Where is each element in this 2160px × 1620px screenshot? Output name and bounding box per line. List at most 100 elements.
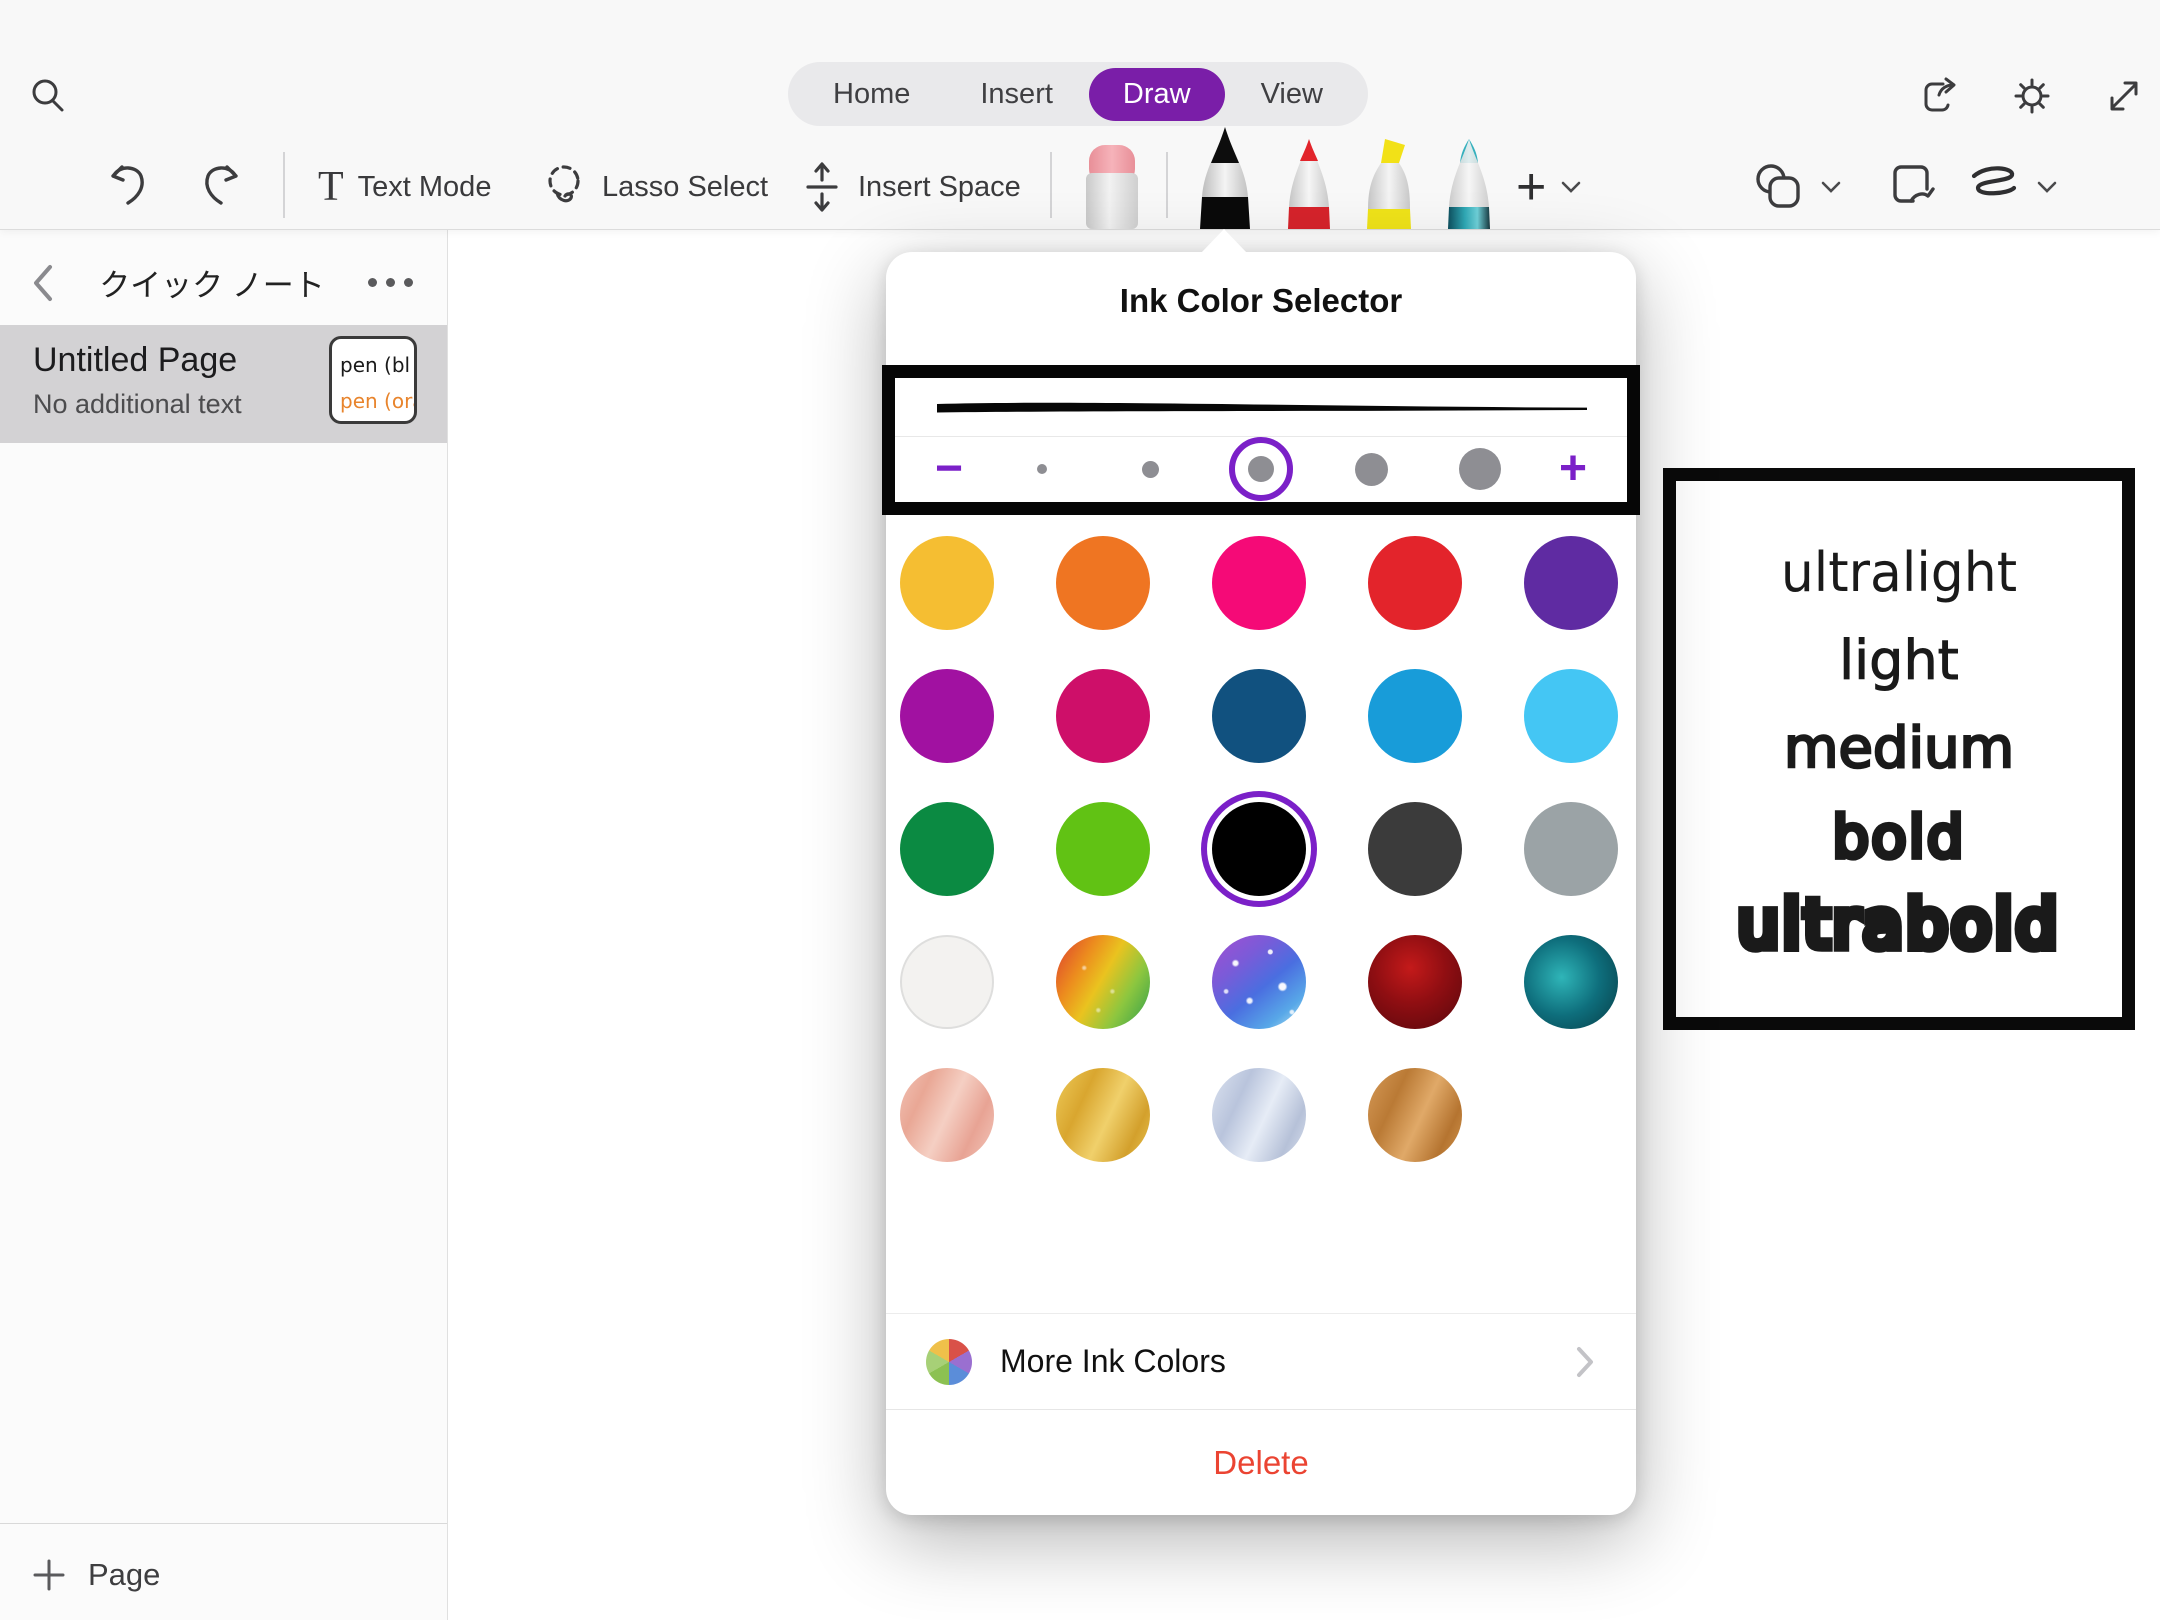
weight-sample-ultrabold: ultrabold [1737, 881, 2060, 969]
thumb-line-orange: pen (ora [340, 383, 414, 419]
search-icon[interactable] [26, 74, 70, 118]
plus-icon [32, 1558, 66, 1592]
page-list-sidebar: クイック ノート Untitled Page No additional tex… [0, 230, 448, 1620]
ink-color-swatch-cerulean[interactable] [1368, 669, 1462, 763]
tab-view[interactable]: View [1227, 68, 1357, 121]
delete-pen-button[interactable]: Delete [886, 1410, 1636, 1515]
chevron-right-icon [1574, 1345, 1596, 1379]
ink-color-swatch-gold[interactable] [1056, 1068, 1150, 1162]
ink-color-swatch-rainbow-glitter[interactable] [1056, 935, 1150, 1029]
ink-color-swatch-teal-marble[interactable] [1524, 935, 1618, 1029]
settings-gear-icon[interactable] [2008, 72, 2056, 120]
tab-insert[interactable]: Insert [946, 68, 1087, 121]
toolbar-divider [1050, 152, 1052, 218]
notebook-title: クイック ノート [56, 260, 368, 305]
ink-color-swatch-copper[interactable] [1368, 1068, 1462, 1162]
page-subtitle: No additional text [33, 389, 242, 420]
ink-color-swatch-silver[interactable] [1212, 1068, 1306, 1162]
ink-color-swatch-navy-blue[interactable] [1212, 669, 1306, 763]
shapes-button[interactable] [1752, 145, 1842, 229]
lasso-select-label: Lasso Select [602, 171, 768, 204]
decrease-thickness-button[interactable]: − [935, 445, 963, 493]
thickness-dot-3[interactable] [1229, 437, 1293, 501]
ink-color-swatch-yellow[interactable] [900, 536, 994, 630]
add-page-label: Page [88, 1557, 160, 1593]
thumb-line-black: pen (bl [340, 347, 414, 383]
ink-color-selector-popup: Ink Color Selector − + More Ink Colors D… [886, 252, 1636, 1515]
weight-sample-medium: medium [1784, 705, 2014, 793]
redo-icon[interactable] [196, 160, 246, 214]
thickness-dot-1[interactable] [1013, 440, 1071, 498]
toolbar-divider [1166, 152, 1168, 218]
stroke-weight-sample-box: ultralightlightmediumboldultrabold [1663, 468, 2135, 1030]
thickness-dot-4[interactable] [1343, 440, 1401, 498]
delete-label: Delete [1213, 1444, 1308, 1482]
thickness-dot-fill [1037, 464, 1047, 474]
yellow-highlighter-tool[interactable] [1354, 133, 1424, 229]
text-mode-icon: T [318, 166, 344, 208]
text-mode-button[interactable]: T Text Mode [318, 145, 491, 229]
ink-color-swatch-pink[interactable] [1212, 536, 1306, 630]
ink-color-swatch-gray[interactable] [1524, 802, 1618, 896]
ink-color-swatch-red-marble[interactable] [1368, 935, 1462, 1029]
thickness-selector: − + [895, 437, 1627, 501]
expand-icon[interactable] [2100, 72, 2148, 120]
ink-color-grid [900, 536, 1618, 1162]
thickness-dot-fill [1459, 448, 1501, 490]
ink-color-swatch-purple[interactable] [1524, 536, 1618, 630]
undo-icon[interactable] [103, 160, 153, 214]
eraser-tool[interactable] [1077, 133, 1147, 229]
text-mode-label: Text Mode [358, 171, 492, 204]
ink-color-swatch-green[interactable] [900, 802, 994, 896]
chevron-down-icon [1560, 180, 1582, 194]
lasso-icon [540, 161, 588, 213]
stroke-size-section: − + [882, 365, 1640, 515]
ink-color-swatch-dark-gray[interactable] [1368, 802, 1462, 896]
ink-color-swatch-galaxy[interactable] [1212, 935, 1306, 1029]
thickness-dot-5[interactable] [1451, 440, 1509, 498]
stroke-width-preview [895, 378, 1627, 436]
add-page-button[interactable]: Page [0, 1540, 447, 1610]
ellipsis-icon[interactable] [368, 278, 413, 287]
top-chrome: HomeInsertDrawView [0, 0, 2160, 230]
increase-thickness-button[interactable]: + [1559, 445, 1587, 493]
insert-space-label: Insert Space [858, 171, 1021, 204]
toolbar-divider [283, 152, 285, 218]
ink-color-swatch-rose-gold[interactable] [900, 1068, 994, 1162]
more-ink-colors-row[interactable]: More Ink Colors [886, 1313, 1636, 1410]
ink-color-swatch-lime-green[interactable] [1056, 802, 1150, 896]
lasso-select-button[interactable]: Lasso Select [540, 145, 768, 229]
tab-home[interactable]: Home [799, 68, 944, 121]
weight-sample-light: light [1839, 617, 1959, 705]
add-pen-button[interactable]: + [1516, 145, 1582, 229]
black-pen-tool[interactable] [1190, 125, 1260, 229]
sidebar-divider [0, 1523, 447, 1524]
ink-color-swatch-red[interactable] [1368, 536, 1462, 630]
chevron-down-icon [1820, 180, 1842, 194]
color-wheel-icon [926, 1339, 972, 1385]
share-icon[interactable] [1916, 72, 1964, 120]
back-chevron-icon[interactable] [30, 263, 56, 303]
thickness-dot-fill [1142, 461, 1159, 478]
ribbon-tab-bar: HomeInsertDrawView [788, 62, 1368, 126]
page-title: Untitled Page [33, 341, 237, 380]
galaxy-pen-tool[interactable] [1434, 133, 1504, 229]
ink-color-swatch-sky-blue[interactable] [1524, 669, 1618, 763]
red-pen-tool[interactable] [1274, 133, 1344, 229]
insert-space-button[interactable]: Insert Space [800, 145, 1021, 229]
weight-sample-ultralight: ultralight [1781, 527, 2017, 619]
ink-color-swatch-raspberry[interactable] [1056, 669, 1150, 763]
ink-note-icon[interactable] [1886, 158, 1940, 212]
tab-draw[interactable]: Draw [1089, 68, 1225, 121]
ink-replay-button[interactable] [1966, 145, 2058, 229]
page-list-item-selected[interactable]: Untitled Page No additional text pen (bl… [0, 325, 447, 443]
ink-color-swatch-black[interactable] [1212, 802, 1306, 896]
ink-color-swatch-orange[interactable] [1056, 536, 1150, 630]
popup-title: Ink Color Selector [886, 282, 1636, 320]
popup-caret [1201, 229, 1247, 253]
thickness-dot-2[interactable] [1121, 440, 1179, 498]
ink-color-swatch-magenta[interactable] [900, 669, 994, 763]
chevron-down-icon [2036, 180, 2058, 194]
page-thumbnail: pen (bl pen (ora [329, 336, 417, 424]
ink-color-swatch-white[interactable] [900, 935, 994, 1029]
